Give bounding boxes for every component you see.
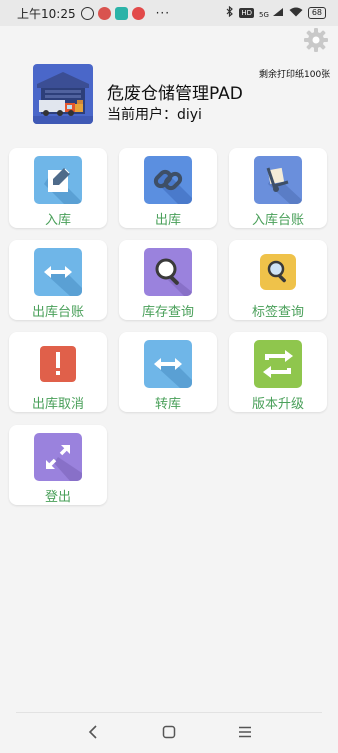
wifi-icon [289, 7, 303, 20]
bluetooth-icon [226, 5, 234, 20]
menu-stock-out-ledger-button[interactable]: 出库台账 [9, 240, 107, 320]
menu-label: 出库 [154, 213, 181, 228]
current-user-label: 当前用户：diyi [107, 107, 202, 123]
magnifier-icon [144, 248, 192, 296]
menu-label: 登出 [44, 490, 71, 505]
app-notification-icon [131, 6, 145, 20]
double-arrow-icon [144, 340, 192, 388]
menu-transfer-button[interactable]: 转库 [119, 332, 217, 412]
app-notification-icon [114, 6, 128, 20]
magnifier-icon [254, 248, 302, 296]
menu-label: 出库台账 [31, 305, 84, 320]
app-notification-icon [97, 6, 111, 20]
menu-label: 转库 [154, 397, 181, 412]
battery-icon: 68 [307, 7, 326, 19]
menu-stock-in-ledger-button[interactable]: 入库台账 [229, 148, 327, 228]
menu-stock-out-button[interactable]: 出库 [119, 148, 217, 228]
double-arrow-icon [34, 248, 82, 296]
menu-icon[interactable] [235, 722, 255, 742]
hand-truck-icon [254, 156, 302, 204]
more-notifications-icon: ··· [155, 6, 171, 20]
menu-stock-out-cancel-button[interactable]: 出库取消 [9, 332, 107, 412]
menu-label: 库存查询 [141, 305, 194, 320]
menu-label: 出库取消 [31, 397, 84, 412]
menu-label-query-button[interactable]: 标签查询 [229, 240, 327, 320]
menu-label: 入库 [44, 213, 71, 228]
status-time: 上午10:25 [17, 6, 76, 21]
link-icon [144, 156, 192, 204]
swap-arrows-icon [254, 340, 302, 388]
menu-label: 入库台账 [251, 213, 304, 228]
status-bar: 上午10:25 ··· HD 5G 68 [0, 0, 338, 26]
status-right: HD 5G 68 [226, 0, 326, 26]
menu-version-upgrade-button[interactable]: 版本升级 [229, 332, 327, 412]
menu-inventory-query-button[interactable]: 库存查询 [119, 240, 217, 320]
nav-divider [16, 712, 322, 713]
alarm-icon [80, 6, 94, 20]
back-icon[interactable] [83, 722, 103, 742]
menu-label: 标签查询 [251, 305, 304, 320]
warehouse-logo [33, 64, 93, 124]
app-title: 危废仓储管理PAD [107, 84, 243, 104]
settings-gear-icon[interactable] [303, 27, 329, 53]
menu-logout-button[interactable]: 登出 [9, 425, 107, 505]
home-icon[interactable] [159, 722, 179, 742]
signal-icon: 5G [259, 7, 284, 20]
menu-label: 版本升级 [251, 397, 304, 412]
exclamation-icon [34, 340, 82, 388]
menu-stock-in-button[interactable]: 入库 [9, 148, 107, 228]
hd-icon: HD [239, 8, 255, 18]
edit-icon [34, 156, 82, 204]
paper-remaining-text: 剩余打印纸100张 [259, 70, 331, 80]
expand-arrows-icon [34, 433, 82, 481]
